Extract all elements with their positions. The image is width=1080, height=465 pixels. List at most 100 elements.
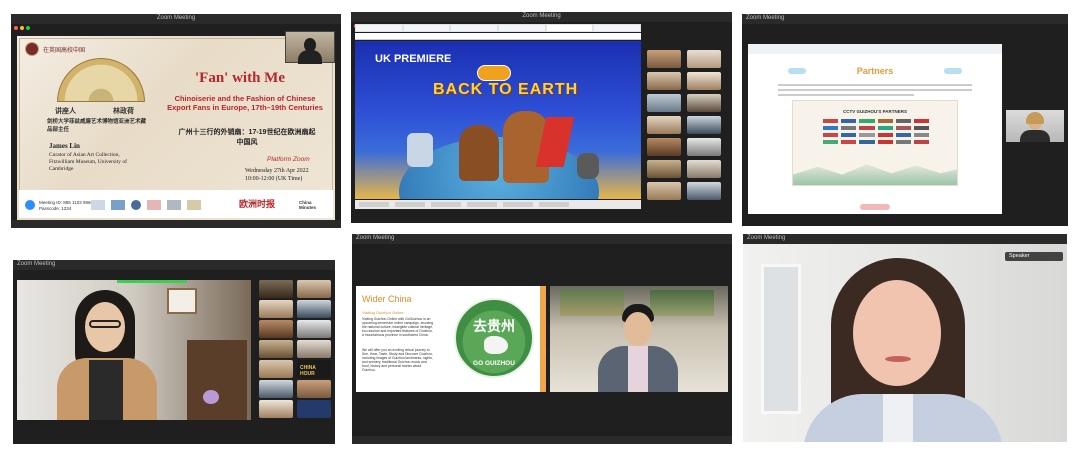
speaker-label-cn: 讲座人 <box>55 108 76 115</box>
participant-tile[interactable] <box>259 400 293 418</box>
participant-tile[interactable] <box>687 138 721 156</box>
glasses-icon <box>89 320 121 328</box>
speaker-video-thumbnail[interactable] <box>285 31 335 64</box>
slide-subheading: Visiting Guizhou Online <box>362 310 404 315</box>
zoom-window-fan-lecture: Zoom Meeting 在英国高校中国 讲座人 林政荷 剑桥大学菲兹威廉艺术博… <box>11 14 341 228</box>
participant-tile[interactable] <box>647 160 681 178</box>
scarf <box>89 360 123 420</box>
participant-tile[interactable] <box>259 300 293 318</box>
speaker-name: James Lin <box>49 142 80 150</box>
active-speaker-video[interactable] <box>550 286 728 392</box>
window-titlebar: Zoom Meeting <box>352 234 732 244</box>
window-titlebar: Zoom Meeting <box>743 234 1067 244</box>
lips <box>885 356 911 362</box>
movie-poster: UK PREMIERE BACK TO EARTH <box>355 41 641 199</box>
participant-tile[interactable] <box>647 94 681 112</box>
partners-heading: Partners <box>856 66 894 76</box>
partners-text-lines <box>778 84 972 96</box>
wall-painting <box>560 290 624 316</box>
participant-tile[interactable] <box>297 280 331 298</box>
window-controls[interactable] <box>14 17 32 35</box>
participant-tile[interactable] <box>687 50 721 68</box>
participant-tile[interactable] <box>647 138 681 156</box>
news-logo: 欧洲时报 <box>239 199 276 209</box>
lecture-subtitle: Chinoiserie and the Fashion of Chinese E… <box>167 94 323 112</box>
logo-chinese: 去贵州 <box>473 318 515 334</box>
org-name: 在英国高校中国 <box>43 48 86 54</box>
participant-tile[interactable] <box>687 116 721 134</box>
participant-tile[interactable] <box>687 182 721 200</box>
window-title: Zoom Meeting <box>746 15 785 21</box>
participant-tile[interactable] <box>647 50 681 68</box>
speaker-video-thumbnail[interactable] <box>1006 110 1064 142</box>
speaker-face <box>624 312 652 346</box>
partners-card: CCTV GUIZHOU'S PARTNERS <box>792 100 958 186</box>
zoom-window-partners: Zoom Meeting Partners CCTV GUIZHOU'S PAR… <box>742 14 1068 226</box>
active-speaker-video[interactable] <box>17 280 251 420</box>
browser-toolbar[interactable] <box>748 44 1002 54</box>
name-tag-text: Speaker <box>1009 253 1030 259</box>
shared-slide: 在英国高校中国 讲座人 林政荷 剑桥大学菲兹威廉艺术博物馆亚洲艺术藏品部主任 J… <box>17 36 335 220</box>
bottom-toolbar[interactable] <box>352 436 732 444</box>
participant-tile[interactable] <box>687 94 721 112</box>
participant-tile[interactable] <box>687 72 721 90</box>
wall-frame <box>167 288 197 314</box>
participant-tile[interactable] <box>297 320 331 338</box>
card-title: CCTV GUIZHOU'S PARTNERS <box>843 109 907 114</box>
participant-tile[interactable] <box>647 116 681 134</box>
zoom-window-speaker-gallery: Zoom Meeting CHINA HOUR <box>13 260 335 444</box>
participant-tile[interactable] <box>259 360 293 378</box>
partners-button[interactable] <box>860 204 890 210</box>
participant-tile[interactable] <box>297 400 331 418</box>
participant-gallery[interactable] <box>645 48 729 200</box>
shirt <box>628 346 648 392</box>
robot-character <box>407 133 433 167</box>
participant-tile[interactable] <box>259 280 293 298</box>
participant-tile[interactable] <box>687 160 721 178</box>
window-titlebar: Zoom Meeting <box>13 260 335 270</box>
partner-logos <box>91 198 231 212</box>
china-minutes-logo: China Minutes <box>299 200 317 210</box>
speaker-indicator <box>117 280 187 283</box>
partner-logo-grid <box>823 119 929 144</box>
slide-body-2: We will offer you an exciting virtual jo… <box>362 348 433 372</box>
speaker-desc-cn: 剑桥大学菲兹威廉艺术博物馆亚洲艺术藏品部主任 <box>47 119 147 133</box>
slide-accent-bar <box>540 286 546 392</box>
bottom-toolbar[interactable] <box>11 220 341 228</box>
participant-tile[interactable] <box>259 380 293 398</box>
participant-tile[interactable] <box>297 340 331 358</box>
speaker-face <box>853 280 941 386</box>
participant-tile[interactable] <box>647 72 681 90</box>
active-speaker-video[interactable] <box>743 244 1067 442</box>
meeting-id: Meeting ID: 885 1103 9860 <box>39 200 93 205</box>
slide-body-1: Visiting Guizhou Online with GoGuizhou i… <box>362 317 434 337</box>
bear-character-left <box>459 125 499 181</box>
lecture-title: 'Fan' with Me <box>195 70 285 86</box>
window-frame <box>761 264 801 414</box>
event-time: 10:00-12:00 (UK Time) <box>245 176 303 182</box>
mountain-illustration <box>793 164 957 185</box>
speaker-body <box>298 50 322 64</box>
browser-address-bar[interactable] <box>355 33 641 40</box>
taskbar[interactable] <box>355 200 641 209</box>
window-titlebar: Zoom Meeting <box>11 14 341 30</box>
participant-tile[interactable] <box>647 182 681 200</box>
go-guizhou-logo: 去贵州 GO GUIZHOU <box>454 298 534 378</box>
participant-tile[interactable] <box>259 320 293 338</box>
window-title: Zoom Meeting <box>156 15 196 21</box>
browser-tabs[interactable] <box>355 24 641 32</box>
participant-tile[interactable] <box>259 340 293 358</box>
province-shape <box>484 336 508 354</box>
participant-gallery[interactable]: CHINA HOUR <box>259 280 333 424</box>
participant-tile[interactable] <box>297 300 331 318</box>
furniture <box>187 340 247 420</box>
speaker-name-cn: 林政荷 <box>113 108 134 115</box>
movie-title: BACK TO EARTH <box>433 81 579 98</box>
participant-tile-china-hour[interactable]: CHINA HOUR <box>297 360 331 378</box>
event-date: Wednesday 27th Apr 2022 <box>245 168 309 174</box>
window-title: Zoom Meeting <box>747 235 786 241</box>
zoom-logo <box>25 200 35 210</box>
chinese-title: 广州十三行的外销扇：17-19世纪在欧洲扇起中国风 <box>178 129 316 146</box>
character-small <box>577 153 599 179</box>
participant-tile[interactable] <box>297 380 331 398</box>
